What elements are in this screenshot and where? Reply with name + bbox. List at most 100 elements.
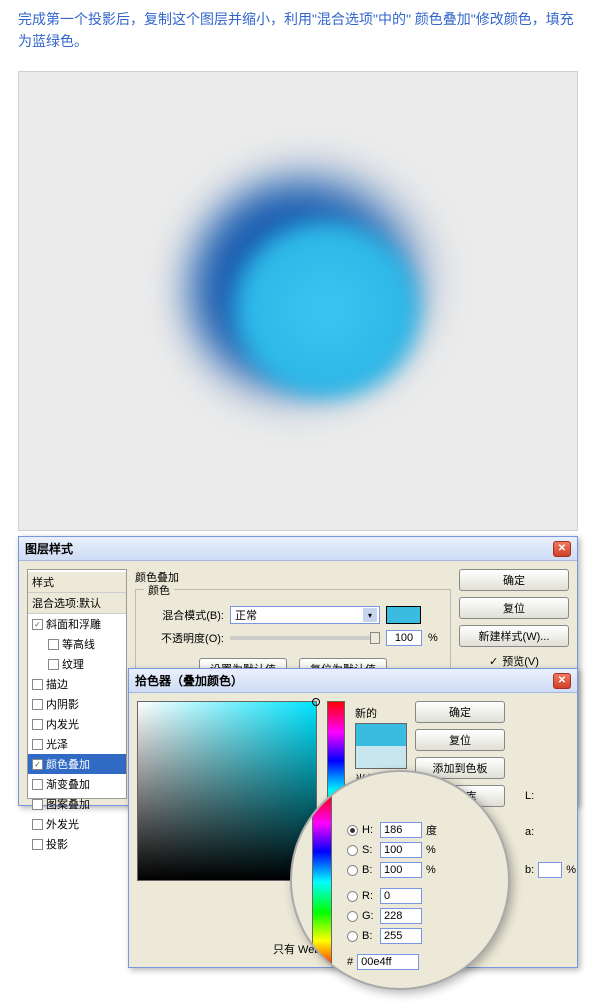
b2-input[interactable] (538, 862, 562, 878)
color-picker-titlebar[interactable]: 拾色器（叠加颜色） ✕ (129, 669, 577, 693)
canvas-preview (18, 71, 578, 531)
opacity-unit: % (428, 632, 438, 644)
chevron-down-icon: ▾ (363, 608, 377, 622)
color-group-legend: 颜色 (144, 582, 174, 598)
style-checkbox[interactable]: ✓ (32, 759, 43, 770)
style-label: 外发光 (46, 816, 79, 832)
style-item[interactable]: 渐变叠加 (28, 774, 126, 794)
opacity-label: 不透明度(O): (146, 630, 224, 646)
bb-label: B: (362, 930, 376, 942)
style-item[interactable]: 描边 (28, 674, 126, 694)
g-input[interactable] (380, 908, 422, 924)
b-label: B: (362, 864, 376, 876)
style-checkbox[interactable] (32, 839, 43, 850)
ok-button[interactable]: 确定 (459, 569, 569, 591)
slider-thumb[interactable] (370, 632, 380, 644)
cancel-button[interactable]: 复位 (459, 597, 569, 619)
style-label: 投影 (46, 836, 68, 852)
blend-mode-label: 混合模式(B): (146, 607, 224, 623)
intro-text: 完成第一个投影后，复制这个图层并缩小，利用"混合选项"中的" 颜色叠加"修改颜色… (0, 0, 600, 61)
bb-input[interactable] (380, 928, 422, 944)
color-picker-title: 拾色器（叠加颜色） (135, 672, 243, 689)
lab-fields-partial: L: a: b:% (521, 790, 576, 878)
hue-slider-magnified[interactable] (312, 792, 332, 972)
close-icon[interactable]: ✕ (553, 673, 571, 689)
h-radio[interactable] (347, 825, 358, 836)
g-radio[interactable] (347, 911, 358, 922)
hex-input[interactable] (357, 954, 419, 970)
style-checkbox[interactable] (32, 799, 43, 810)
overlay-color-swatch[interactable] (386, 606, 421, 624)
b2-unit: % (566, 864, 576, 876)
magnifier-overlay: H: 度 S: % B: % R: G: (290, 770, 510, 990)
style-label: 斜面和浮雕 (46, 616, 101, 632)
style-checkbox[interactable] (32, 739, 43, 750)
style-item[interactable]: 图案叠加 (28, 794, 126, 814)
style-label: 纹理 (62, 656, 84, 672)
r-label: R: (362, 890, 376, 902)
style-item[interactable]: ✓颜色叠加 (28, 754, 126, 774)
b-input[interactable] (380, 862, 422, 878)
b2-label: b: (525, 864, 534, 876)
opacity-slider[interactable] (230, 636, 380, 640)
style-label: 等高线 (62, 636, 95, 652)
new-color-swatch[interactable] (356, 724, 406, 746)
picker-ok-button[interactable]: 确定 (415, 701, 505, 723)
close-icon[interactable]: ✕ (553, 541, 571, 557)
style-checkbox[interactable] (48, 659, 59, 670)
style-label: 渐变叠加 (46, 776, 90, 792)
s-radio[interactable] (347, 845, 358, 856)
s-label: S: (362, 844, 376, 856)
style-item[interactable]: 投影 (28, 834, 126, 854)
styles-list: 样式 混合选项:默认 ✓斜面和浮雕等高线纹理描边内阴影内发光光泽✓颜色叠加渐变叠… (27, 569, 127, 799)
section-title: 颜色叠加 (135, 569, 451, 585)
style-checkbox[interactable] (48, 639, 59, 650)
r-radio[interactable] (347, 891, 358, 902)
picker-cancel-button[interactable]: 复位 (415, 729, 505, 751)
r-input[interactable] (380, 888, 422, 904)
layer-style-title: 图层样式 (25, 540, 73, 557)
style-item[interactable]: 内阴影 (28, 694, 126, 714)
style-checkbox[interactable] (32, 819, 43, 830)
color-cursor-icon (312, 698, 320, 706)
style-label: 描边 (46, 676, 68, 692)
style-checkbox[interactable]: ✓ (32, 619, 43, 630)
opacity-input[interactable] (386, 630, 422, 646)
h-label: H: (362, 824, 376, 836)
preview-checkbox[interactable]: ✓ (489, 655, 498, 668)
new-style-button[interactable]: 新建样式(W)... (459, 625, 569, 647)
h-input[interactable] (380, 822, 422, 838)
blend-mode-select[interactable]: 正常 ▾ (230, 606, 380, 624)
style-item[interactable]: 等高线 (28, 634, 126, 654)
layer-style-titlebar[interactable]: 图层样式 ✕ (19, 537, 577, 561)
style-item[interactable]: 纹理 (28, 654, 126, 674)
bb-radio[interactable] (347, 931, 358, 942)
style-label: 光泽 (46, 736, 68, 752)
h-unit: 度 (426, 822, 442, 838)
style-label: 内阴影 (46, 696, 79, 712)
s-unit: % (426, 844, 442, 856)
style-checkbox[interactable] (32, 679, 43, 690)
style-item[interactable]: 外发光 (28, 814, 126, 834)
color-field[interactable] (137, 701, 317, 881)
bb-unit: % (426, 864, 442, 876)
style-checkbox[interactable] (32, 779, 43, 790)
preview-label: 预览(V) (502, 653, 539, 669)
style-item[interactable]: 光泽 (28, 734, 126, 754)
style-item[interactable]: ✓斜面和浮雕 (28, 614, 126, 634)
l-label: L: (525, 790, 534, 802)
a-label: a: (525, 826, 534, 838)
g-label: G: (362, 910, 376, 922)
styles-header[interactable]: 样式 (28, 572, 126, 593)
current-color-swatch[interactable] (356, 746, 406, 768)
s-input[interactable] (380, 842, 422, 858)
style-checkbox[interactable] (32, 719, 43, 730)
style-label: 图案叠加 (46, 796, 90, 812)
hex-label: # (347, 956, 353, 968)
style-checkbox[interactable] (32, 699, 43, 710)
style-label: 内发光 (46, 716, 79, 732)
blend-options-default[interactable]: 混合选项:默认 (28, 593, 126, 614)
style-item[interactable]: 内发光 (28, 714, 126, 734)
blob-fill (224, 212, 429, 407)
b-radio[interactable] (347, 865, 358, 876)
